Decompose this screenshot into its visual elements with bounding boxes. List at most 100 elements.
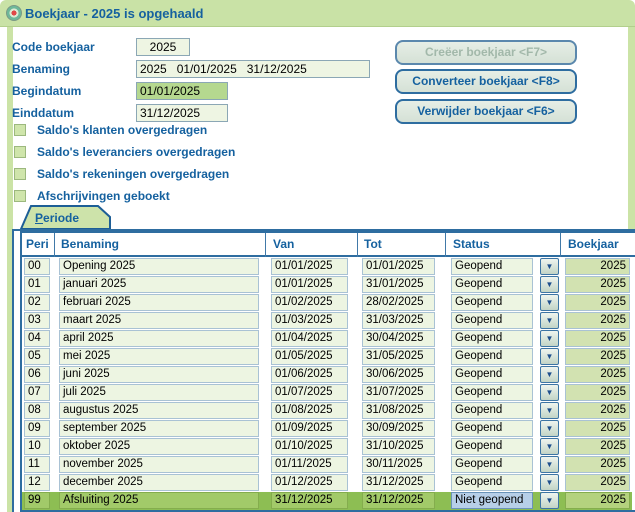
period-name-cell[interactable]: februari 2025 xyxy=(59,294,259,311)
period-to-cell[interactable]: 01/01/2025 xyxy=(362,258,435,275)
period-from-cell[interactable]: 01/03/2025 xyxy=(271,312,348,329)
period-to-cell[interactable]: 30/06/2025 xyxy=(362,366,435,383)
period-from-cell[interactable]: 31/12/2025 xyxy=(271,492,348,509)
period-status-cell[interactable]: Geopend xyxy=(451,294,533,311)
converteer-boekjaar-button[interactable]: Converteer boekjaar <F8> xyxy=(395,69,577,94)
period-code-cell[interactable]: 03 xyxy=(24,312,50,329)
period-code-cell[interactable]: 99 xyxy=(24,492,50,509)
period-status-cell[interactable]: Geopend xyxy=(451,420,533,437)
code-boekjaar-field[interactable]: 2025 xyxy=(136,38,190,56)
status-dropdown-button[interactable]: ▼ xyxy=(540,438,559,455)
period-year-cell[interactable]: 2025 xyxy=(565,402,630,419)
period-year-cell[interactable]: 2025 xyxy=(565,366,630,383)
period-from-cell[interactable]: 01/01/2025 xyxy=(271,258,348,275)
period-code-cell[interactable]: 10 xyxy=(24,438,50,455)
period-name-cell[interactable]: januari 2025 xyxy=(59,276,259,293)
period-year-cell[interactable]: 2025 xyxy=(565,330,630,347)
period-year-cell[interactable]: 2025 xyxy=(565,492,630,509)
period-code-cell[interactable]: 02 xyxy=(24,294,50,311)
period-name-cell[interactable]: oktober 2025 xyxy=(59,438,259,455)
status-dropdown-button[interactable]: ▼ xyxy=(540,384,559,401)
status-dropdown-button[interactable]: ▼ xyxy=(540,366,559,383)
saldo-rekeningen-checkbox[interactable] xyxy=(14,168,26,180)
period-name-cell[interactable]: september 2025 xyxy=(59,420,259,437)
table-row[interactable]: 00Opening 202501/01/202501/01/2025Geopen… xyxy=(22,258,632,276)
period-to-cell[interactable]: 31/03/2025 xyxy=(362,312,435,329)
period-code-cell[interactable]: 06 xyxy=(24,366,50,383)
period-to-cell[interactable]: 28/02/2025 xyxy=(362,294,435,311)
period-from-cell[interactable]: 01/06/2025 xyxy=(271,366,348,383)
table-row[interactable]: 02 februari 2025 01/02/2025 28/02/2025 Geope… xyxy=(22,294,632,312)
period-code-cell[interactable]: 09 xyxy=(24,420,50,437)
period-from-cell[interactable]: 01/11/2025 xyxy=(271,456,348,473)
period-status-cell[interactable]: Geopend xyxy=(451,276,533,293)
period-status-cell[interactable]: Niet geopend xyxy=(451,492,533,509)
period-code-cell[interactable]: 11 xyxy=(24,456,50,473)
table-row[interactable]: 09september 202501/09/202530/09/2025Geop… xyxy=(22,420,632,438)
period-to-cell[interactable]: 31/08/2025 xyxy=(362,402,435,419)
table-row[interactable]: 03maart 202501/03/202531/03/2025Geopend▼… xyxy=(22,312,632,330)
period-year-cell[interactable]: 2025 xyxy=(565,456,630,473)
period-code-cell[interactable]: 04 xyxy=(24,330,50,347)
table-row[interactable]: 04april 202501/04/202530/04/2025Geopend▼… xyxy=(22,330,632,348)
status-dropdown-button[interactable]: ▼ xyxy=(540,294,559,311)
period-from-cell[interactable]: 01/01/2025 xyxy=(271,276,348,293)
period-status-cell[interactable]: Geopend xyxy=(451,312,533,329)
period-to-cell[interactable]: 30/11/2025 xyxy=(362,456,435,473)
period-year-cell[interactable]: 2025 xyxy=(565,438,630,455)
period-name-cell[interactable]: Afsluiting 2025 xyxy=(59,492,259,509)
period-name-cell[interactable]: december 2025 xyxy=(59,474,259,491)
status-dropdown-button[interactable]: ▼ xyxy=(540,456,559,473)
status-dropdown-button[interactable]: ▼ xyxy=(540,258,559,275)
period-code-cell[interactable]: 07 xyxy=(24,384,50,401)
period-from-cell[interactable]: 01/07/2025 xyxy=(271,384,348,401)
period-year-cell[interactable]: 2025 xyxy=(565,258,630,275)
table-row[interactable]: 11 november 2025 01/11/2025 30/11/2025 Geope… xyxy=(22,456,632,474)
period-year-cell[interactable]: 2025 xyxy=(565,384,630,401)
period-status-cell[interactable]: Geopend xyxy=(451,348,533,365)
period-from-cell[interactable]: 01/10/2025 xyxy=(271,438,348,455)
period-to-cell[interactable]: 30/09/2025 xyxy=(362,420,435,437)
table-row[interactable]: 05mei 202501/05/202531/05/2025Geopend▼20… xyxy=(22,348,632,366)
period-name-cell[interactable]: mei 2025 xyxy=(59,348,259,365)
status-dropdown-button[interactable]: ▼ xyxy=(540,402,559,419)
status-dropdown-button[interactable]: ▼ xyxy=(540,348,559,365)
period-to-cell[interactable]: 31/12/2025 xyxy=(362,474,435,491)
status-dropdown-button[interactable]: ▼ xyxy=(540,420,559,437)
period-status-cell[interactable]: Geopend xyxy=(451,330,533,347)
saldo-klanten-checkbox[interactable] xyxy=(14,124,26,136)
period-code-cell[interactable]: 12 xyxy=(24,474,50,491)
period-year-cell[interactable]: 2025 xyxy=(565,420,630,437)
period-to-cell[interactable]: 31/10/2025 xyxy=(362,438,435,455)
period-code-cell[interactable]: 01 xyxy=(24,276,50,293)
table-row[interactable]: 10oktober 202501/10/202531/10/2025Geopen… xyxy=(22,438,632,456)
period-from-cell[interactable]: 01/12/2025 xyxy=(271,474,348,491)
period-from-cell[interactable]: 01/02/2025 xyxy=(271,294,348,311)
period-to-cell[interactable]: 31/01/2025 xyxy=(362,276,435,293)
period-name-cell[interactable]: april 2025 xyxy=(59,330,259,347)
status-dropdown-button[interactable]: ▼ xyxy=(540,276,559,293)
period-name-cell[interactable]: maart 2025 xyxy=(59,312,259,329)
period-name-cell[interactable]: Opening 2025 xyxy=(59,258,259,275)
verwijder-boekjaar-button[interactable]: Verwijder boekjaar <F6> xyxy=(395,99,577,124)
period-year-cell[interactable]: 2025 xyxy=(565,312,630,329)
period-status-cell[interactable]: Geopend xyxy=(451,402,533,419)
period-status-cell[interactable]: Geopend xyxy=(451,456,533,473)
table-row[interactable]: 99Afsluiting 202531/12/202531/12/2025Nie… xyxy=(22,492,632,510)
period-from-cell[interactable]: 01/08/2025 xyxy=(271,402,348,419)
period-year-cell[interactable]: 2025 xyxy=(565,276,630,293)
period-name-cell[interactable]: november 2025 xyxy=(59,456,259,473)
period-from-cell[interactable]: 01/04/2025 xyxy=(271,330,348,347)
period-code-cell[interactable]: 08 xyxy=(24,402,50,419)
period-year-cell[interactable]: 2025 xyxy=(565,474,630,491)
table-row[interactable]: 08augustus 202501/08/202531/08/2025Geope… xyxy=(22,402,632,420)
table-row[interactable]: 01 januari 2025 01/01/2025 31/01/2025 Geopen… xyxy=(22,276,632,294)
period-name-cell[interactable]: juni 2025 xyxy=(59,366,259,383)
creeer-boekjaar-button[interactable]: Creëer boekjaar <F7> xyxy=(395,40,577,65)
period-to-cell[interactable]: 31/05/2025 xyxy=(362,348,435,365)
begindatum-field[interactable]: 01/01/2025 xyxy=(136,82,228,100)
table-row[interactable]: 06 juni 2025 01/06/2025 30/06/2025 Geopend ▼ 2… xyxy=(22,366,632,384)
period-code-cell[interactable]: 05 xyxy=(24,348,50,365)
table-row[interactable]: 12december 202501/12/202531/12/2025Geope… xyxy=(22,474,632,492)
period-status-cell[interactable]: Geopend xyxy=(451,366,533,383)
